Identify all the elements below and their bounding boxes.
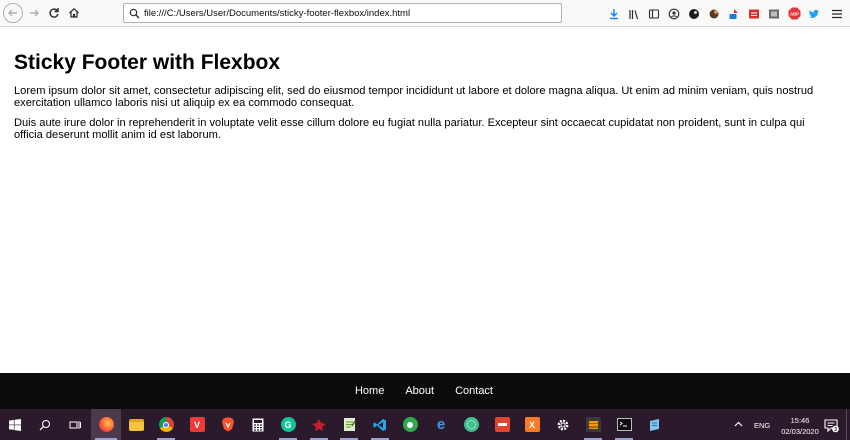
chrome-icon[interactable] (151, 409, 181, 440)
task-view-icon[interactable] (60, 409, 90, 440)
search-icon (124, 8, 144, 19)
footer-link-about[interactable]: About (405, 385, 434, 397)
site-footer: Home About Contact (0, 373, 850, 409)
terminal-icon[interactable] (609, 409, 639, 440)
browser-toolbar: file:///C:/Users/User/Documents/sticky-f… (0, 0, 850, 27)
show-desktop-button[interactable] (846, 409, 850, 440)
url-bar[interactable]: file:///C:/Users/User/Documents/sticky-f… (123, 3, 562, 23)
svg-text:ABP: ABP (790, 11, 799, 16)
brave-icon[interactable] (213, 409, 243, 440)
edge-icon[interactable]: e (426, 409, 456, 440)
toolbar-icons: ABP (604, 4, 824, 23)
language-indicator[interactable]: ENG (754, 421, 770, 430)
hamburger-menu-icon[interactable] (828, 4, 846, 23)
extension-brown-icon[interactable] (704, 4, 724, 23)
sidebar-icon[interactable] (644, 4, 664, 23)
paragraph: Duis aute irure dolor in reprehenderit i… (14, 117, 805, 142)
library-icon[interactable] (624, 4, 644, 23)
extension-dark-icon[interactable] (684, 4, 704, 23)
sublime-icon[interactable] (578, 409, 608, 440)
footer-link-home[interactable]: Home (355, 385, 384, 397)
forward-arrow-icon (30, 9, 39, 17)
forward-button[interactable] (24, 3, 44, 23)
account-icon[interactable] (664, 4, 684, 23)
reload-button[interactable] (44, 3, 64, 23)
app-orange-icon[interactable] (487, 409, 517, 440)
page-title: Sticky Footer with Flexbox (14, 51, 281, 74)
url-text[interactable]: file:///C:/Users/User/Documents/sticky-f… (144, 8, 410, 19)
notification-count: 3 (834, 427, 837, 433)
home-icon (69, 7, 79, 18)
settings-icon[interactable] (548, 409, 578, 440)
notepad-icon[interactable] (334, 409, 364, 440)
paragraph: Lorem ipsum dolor sit amet, consectetur … (14, 85, 814, 110)
page-content: Sticky Footer with Flexbox Lorem ipsum d… (0, 28, 850, 373)
windows-start-icon[interactable] (0, 409, 30, 440)
twitter-icon[interactable] (804, 4, 824, 23)
app-teal-icon[interactable] (456, 409, 486, 440)
extension-gray-icon[interactable] (764, 4, 784, 23)
download-icon[interactable] (604, 4, 624, 23)
footer-nav: Home About Contact (355, 385, 493, 397)
windows-taskbar: V G e X ENG 15:46 02/03/2020 3 (0, 409, 850, 440)
xampp-icon[interactable]: X (517, 409, 547, 440)
vscode-icon[interactable] (365, 409, 395, 440)
extension-blue-icon[interactable] (724, 4, 744, 23)
footer-link-contact[interactable]: Contact (455, 385, 493, 397)
home-button[interactable] (64, 3, 84, 23)
back-button[interactable] (3, 3, 23, 23)
reload-icon (49, 8, 59, 18)
app-red-icon[interactable] (304, 409, 334, 440)
file-explorer-icon[interactable] (121, 409, 151, 440)
extension-red-icon[interactable] (744, 4, 764, 23)
clock[interactable]: 15:46 02/03/2020 (770, 415, 830, 437)
clock-date: 02/03/2020 (781, 427, 819, 436)
notification-center-icon[interactable]: 3 (822, 416, 840, 434)
back-arrow-icon (8, 9, 17, 17)
grammarly-icon[interactable]: G (273, 409, 303, 440)
vivaldi-icon[interactable]: V (182, 409, 212, 440)
chevron-up-icon[interactable] (734, 419, 743, 430)
app-blue-icon[interactable] (640, 409, 670, 440)
clock-time: 15:46 (790, 416, 810, 425)
adblock-icon[interactable]: ABP (784, 4, 804, 23)
app-green-icon[interactable] (395, 409, 425, 440)
firefox-icon[interactable] (91, 409, 121, 440)
calculator-icon[interactable] (243, 409, 273, 440)
search-icon[interactable] (30, 409, 60, 440)
